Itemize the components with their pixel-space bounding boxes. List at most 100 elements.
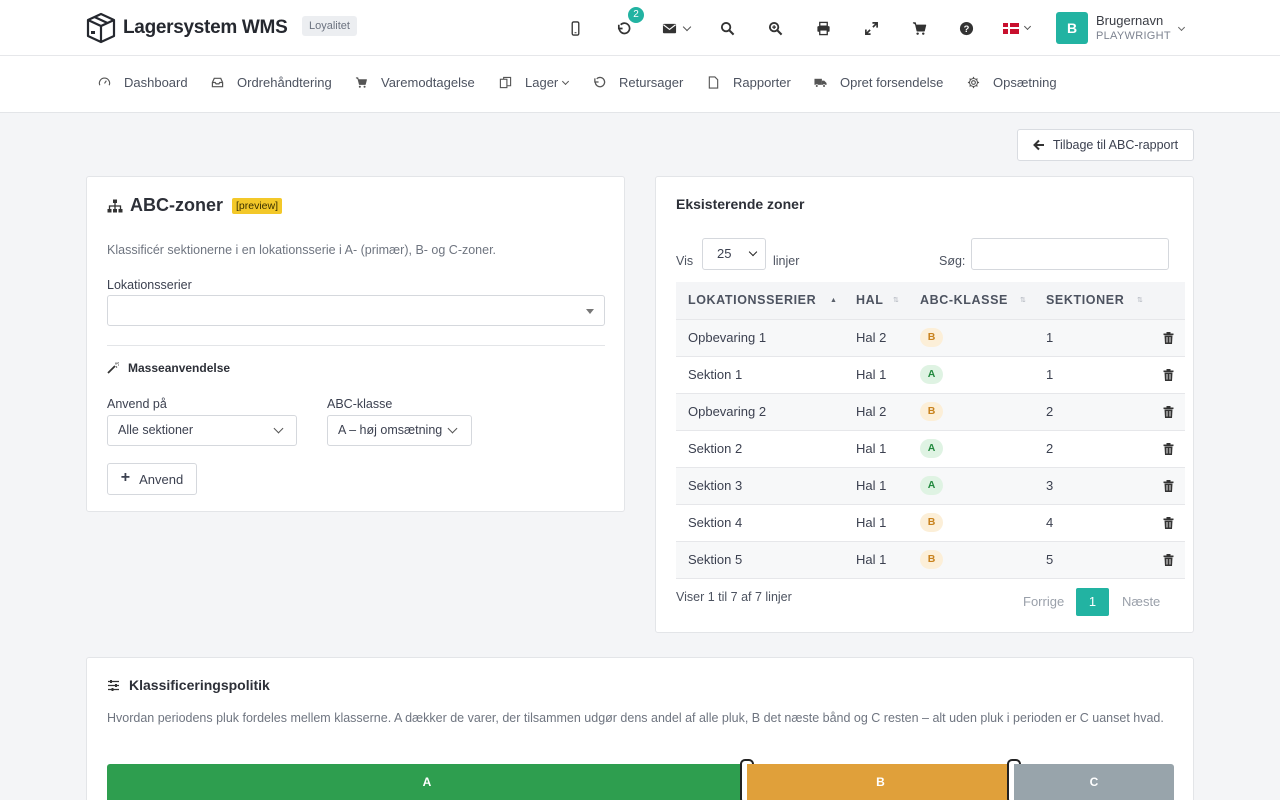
table-row: Sektion 5 Hal 1 B 5 [676, 541, 1185, 579]
divider [107, 345, 605, 346]
table-row: Sektion 3 Hal 1 A 3 [676, 467, 1185, 504]
abc-class-select[interactable]: A – høj omsætning [327, 415, 472, 446]
sort-icon[interactable]: ⇅ [1137, 297, 1143, 304]
chevron-down-icon [748, 247, 758, 257]
sections-cell: 2 [1046, 441, 1054, 456]
class-badge: B [920, 550, 943, 569]
nav-goods-receipt[interactable]: Varemodtagelse [355, 75, 475, 90]
magic-wand-icon [107, 362, 119, 374]
trash-icon[interactable] [1163, 480, 1174, 492]
brand-logo[interactable]: Lagersystem WMS [86, 12, 288, 44]
trash-icon[interactable] [1163, 517, 1174, 529]
abc-class-value: A – høj omsætning [338, 423, 443, 437]
nav-settings[interactable]: Opsætning [967, 75, 1057, 90]
zoom-in-icon[interactable] [764, 17, 786, 39]
svg-text:?: ? [963, 23, 969, 33]
table-row: Sektion 2 Hal 1 A 2 [676, 430, 1185, 467]
show-label: Vis [676, 254, 694, 268]
sort-icon[interactable]: ⇅ [1020, 297, 1026, 304]
gauge-icon [98, 77, 111, 86]
existing-zones-title: Eksisterende zoner [676, 196, 805, 212]
apply-button[interactable]: + Anvend [107, 463, 197, 495]
hall-cell: Hal 1 [856, 478, 887, 493]
chevron-down-icon[interactable] [682, 22, 692, 32]
apply-to-select[interactable]: Alle sektioner [107, 415, 297, 446]
trash-icon[interactable] [1163, 369, 1174, 381]
pagination-page-1[interactable]: 1 [1076, 588, 1109, 616]
help-icon[interactable]: ? [955, 17, 977, 39]
trash-icon[interactable] [1163, 406, 1174, 418]
series-cell: Opbevaring 1 [688, 330, 767, 345]
nav-goods-receipt-label: Varemodtagelse [381, 75, 475, 90]
pagination-previous[interactable]: Forrige [1023, 588, 1064, 616]
abc-description: Klassificér sektionerne i en lokationsse… [107, 243, 497, 257]
policy-band-a: A [107, 764, 747, 800]
cart-icon[interactable] [908, 17, 930, 39]
search-label: Søg: [939, 254, 966, 268]
nav-returns[interactable]: Retursager [593, 75, 683, 90]
search-input[interactable] [971, 238, 1169, 270]
classification-policy-card: Klassificeringspolitik Hvordan periodens… [86, 657, 1194, 800]
column-header-abc-class[interactable]: ABC-KLASSE [920, 282, 1008, 319]
apply-to-value: Alle sektioner [118, 423, 194, 437]
notification-badge: 2 [628, 7, 644, 23]
sort-asc-icon[interactable]: ▲ [830, 297, 837, 304]
cart-icon [355, 77, 367, 88]
avatar[interactable]: B [1056, 12, 1088, 44]
mobile-icon[interactable] [564, 17, 586, 39]
sections-cell: 3 [1046, 478, 1054, 493]
chevron-down-icon[interactable] [1023, 22, 1032, 31]
user-menu-chevron-icon[interactable] [1177, 23, 1186, 32]
nav-create-shipment[interactable]: Opret forsendelse [814, 75, 943, 90]
nav-settings-label: Opsætning [993, 75, 1057, 90]
nav-orders[interactable]: Ordrehåndtering [211, 75, 332, 90]
trash-icon[interactable] [1163, 332, 1174, 344]
policy-title: Klassificeringspolitik [129, 677, 270, 693]
pagination-next[interactable]: Næste [1122, 588, 1160, 616]
back-button-label: Tilbage til ABC-rapport [1052, 138, 1179, 152]
chevron-down-icon [273, 423, 284, 434]
nav-dashboard[interactable]: Dashboard [98, 75, 188, 90]
hall-cell: Hal 1 [856, 552, 887, 567]
nav-dashboard-label: Dashboard [124, 75, 188, 90]
search-icon[interactable] [716, 17, 738, 39]
class-badge: B [920, 513, 943, 532]
class-badge: A [920, 476, 943, 495]
apply-button-label: Anvend [139, 471, 184, 487]
nav-inventory[interactable]: Lager [499, 75, 570, 90]
page-title: ABC-zoner [130, 195, 223, 215]
series-cell: Opbevaring 2 [688, 404, 767, 419]
column-header-series[interactable]: LOKATIONSSERIER [688, 282, 816, 319]
hall-cell: Hal 2 [856, 404, 887, 419]
arrow-left-icon [1032, 139, 1044, 151]
danish-flag-icon[interactable] [1003, 23, 1019, 34]
truck-icon [814, 78, 827, 88]
class-badge: B [920, 402, 943, 421]
dropdown-triangle-icon [586, 309, 594, 314]
trash-icon[interactable] [1163, 554, 1174, 566]
chevron-down-icon [562, 77, 570, 86]
page-size-value: 25 [717, 246, 732, 261]
series-cell: Sektion 3 [688, 478, 743, 493]
series-select[interactable] [107, 295, 605, 326]
column-header-hall[interactable]: HAL [856, 282, 884, 319]
envelope-icon[interactable] [658, 17, 680, 39]
expand-icon[interactable] [860, 17, 882, 39]
sort-icon[interactable]: ⇅ [893, 297, 899, 304]
class-badge: A [920, 439, 943, 458]
table-row: Opbevaring 1 Hal 2 B 1 [676, 319, 1185, 356]
print-icon[interactable] [812, 17, 834, 39]
nav-inventory-label: Lager [525, 75, 559, 90]
page-size-select[interactable]: 25 [702, 238, 766, 270]
back-to-abc-report-button[interactable]: Tilbage til ABC-rapport [1017, 129, 1194, 161]
nav-reports[interactable]: Rapporter [707, 75, 791, 90]
hall-cell: Hal 1 [856, 441, 887, 456]
gear-icon [967, 76, 980, 89]
chevron-down-icon [447, 423, 458, 434]
plus-icon: + [120, 469, 131, 486]
trash-icon[interactable] [1163, 443, 1174, 455]
nav-returns-label: Retursager [619, 75, 684, 90]
column-header-sections[interactable]: SEKTIONER [1046, 282, 1124, 319]
user-name[interactable]: Brugernavn [1096, 13, 1163, 28]
abc-class-label: ABC-klasse [327, 397, 393, 411]
